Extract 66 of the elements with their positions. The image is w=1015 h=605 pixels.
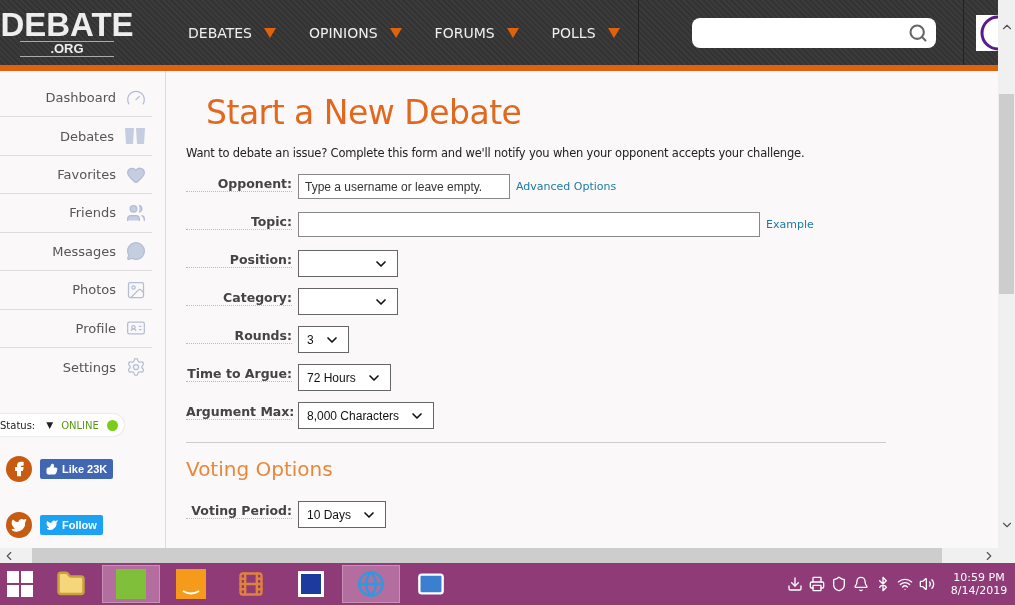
dropdown[interactable] <box>298 288 398 315</box>
smile-logo-icon <box>176 569 206 599</box>
download-icon[interactable] <box>787 576 803 592</box>
sidebar-item[interactable]: Dashboard <box>0 79 152 118</box>
field-label: Opponent: <box>186 176 292 192</box>
nav-menu[interactable]: DEBATES <box>188 24 276 41</box>
browser-icon <box>357 570 385 598</box>
sidebar-item[interactable]: Favorites <box>0 155 152 195</box>
volume-icon[interactable] <box>919 576 935 592</box>
speech-bubble-icon <box>126 241 146 262</box>
section-heading: Voting Options <box>186 457 334 481</box>
facebook-icon[interactable] <box>6 456 32 482</box>
settings-icon <box>126 357 146 378</box>
people-icon <box>126 202 146 223</box>
sidebar-item[interactable]: Debates <box>0 117 152 156</box>
field-label: Rounds: <box>186 328 292 344</box>
sidebar-item[interactable]: Photos <box>0 271 152 310</box>
text-field[interactable] <box>298 212 760 237</box>
dropdown[interactable]: 10 Days <box>298 501 387 528</box>
search-icon[interactable] <box>908 22 928 43</box>
avatar[interactable] <box>976 14 998 51</box>
field-label: Topic: <box>186 214 292 230</box>
horizontal-scrollbar[interactable] <box>0 548 1015 563</box>
bird-icon <box>46 519 58 531</box>
bell-icon[interactable] <box>853 576 869 592</box>
field-label: Category: <box>186 290 292 306</box>
field-label: Argument Max: <box>186 404 292 420</box>
thumbs-up-icon <box>46 463 58 475</box>
app-icon <box>116 569 146 599</box>
field-label: Voting Period: <box>186 503 292 519</box>
site-logo[interactable]: DEBATE .ORG <box>0 8 142 57</box>
nav-menu[interactable]: OPINIONS <box>309 24 402 41</box>
dropdown[interactable] <box>298 250 398 277</box>
nav-menu[interactable]: POLLS <box>551 24 620 41</box>
intro-text: Want to debate an issue? Complete this form and we'll notify you when your opponent accepts your challenge. <box>186 146 806 160</box>
twitter-icon[interactable] <box>6 512 32 538</box>
field-label: Position: <box>186 252 292 268</box>
cups-icon <box>124 127 146 146</box>
sidebar-item[interactable]: Messages <box>0 232 152 272</box>
dropdown[interactable]: 8,000 Characters <box>298 402 435 429</box>
status-selector[interactable]: Status: ▼ ONLINE <box>0 414 124 436</box>
film-icon <box>237 570 265 598</box>
dropdown[interactable]: 3 <box>298 326 349 353</box>
link[interactable]: Example <box>766 218 814 231</box>
shield-icon[interactable] <box>831 576 847 592</box>
sidebar-item[interactable]: Profile <box>0 309 152 348</box>
caret-icon <box>607 27 620 38</box>
sidebar-item[interactable]: Settings <box>0 347 152 387</box>
vertical-scrollbar[interactable] <box>998 0 1015 548</box>
caret-icon <box>264 27 276 38</box>
page-title: Start a New Debate <box>206 93 523 132</box>
link[interactable]: Advanced Options <box>516 180 617 193</box>
clock[interactable]: 10:59 PM 8/14/2019 <box>949 571 1009 597</box>
caret-icon <box>506 27 519 38</box>
text-field[interactable]: Type a username or leave empty. <box>298 174 510 199</box>
nav-menu[interactable]: FORUMS <box>434 24 519 41</box>
like-button[interactable]: Like 23K <box>40 459 114 479</box>
caret-icon <box>389 27 402 38</box>
sidebar-item[interactable]: Friends <box>0 194 152 233</box>
network-icon[interactable] <box>897 576 913 592</box>
field-label: Time to Argue: <box>186 366 292 382</box>
picture-icon <box>126 279 146 300</box>
document-app-icon <box>298 571 324 597</box>
dropdown[interactable]: 72 Hours <box>298 364 391 391</box>
printer-icon[interactable] <box>809 576 825 592</box>
search-field[interactable] <box>692 17 936 48</box>
